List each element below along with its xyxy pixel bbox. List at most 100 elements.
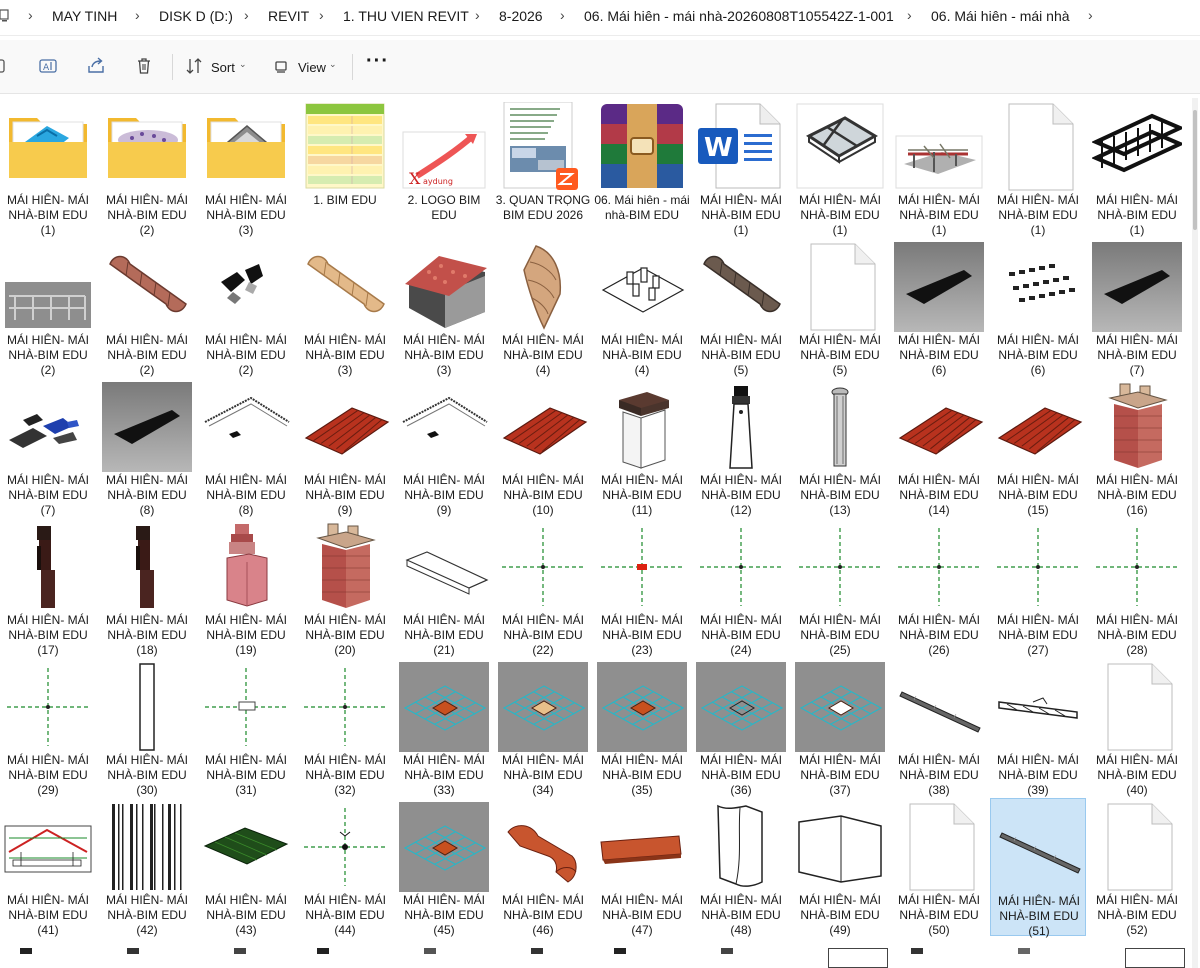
file-item[interactable]: 1. BIM EDU: [297, 98, 393, 236]
chevron-right-icon[interactable]: ›: [28, 7, 33, 23]
file-item[interactable]: MÁI HIÊN- MÁI NHÀ-BIM EDU (20): [297, 518, 393, 657]
this-pc-icon[interactable]: [0, 9, 10, 23]
file-item[interactable]: MÁI HIÊN- MÁI NHÀ-BIM EDU (33): [396, 658, 492, 797]
breadcrumb-item[interactable]: 06. Mái hiên - mái nhà: [931, 8, 1070, 24]
file-item-partial[interactable]: [20, 948, 32, 954]
file-item-partial[interactable]: [828, 948, 888, 968]
address-bar[interactable]: › MAY TINH › DISK D (D:) › REVIT › 1. THU VIEN …: [0, 0, 1200, 36]
chevron-right-icon[interactable]: ›: [135, 7, 140, 23]
file-item[interactable]: MÁI HIÊN- MÁI NHÀ-BIM EDU (6): [891, 238, 987, 377]
file-item[interactable]: MÁI HIÊN- MÁI NHÀ-BIM EDU (31): [198, 658, 294, 797]
file-item[interactable]: MÁI HIÊN- MÁI NHÀ-BIM EDU (1): [1089, 98, 1185, 237]
file-item-partial[interactable]: [1125, 948, 1185, 968]
file-item[interactable]: MÁI HIÊN- MÁI NHÀ-BIM EDU (10): [495, 378, 591, 517]
file-item[interactable]: MÁI HIÊN- MÁI NHÀ-BIM EDU (16): [1089, 378, 1185, 517]
file-item[interactable]: MÁI HIÊN- MÁI NHÀ-BIM EDU (1): [0, 98, 96, 237]
file-item[interactable]: MÁI HIÊN- MÁI NHÀ-BIM EDU (52): [1089, 798, 1185, 937]
breadcrumb-item[interactable]: DISK D (D:): [159, 8, 233, 24]
file-item[interactable]: MÁI HIÊN- MÁI NHÀ-BIM EDU (46): [495, 798, 591, 937]
file-item[interactable]: MÁI HIÊN- MÁI NHÀ-BIM EDU (15): [990, 378, 1086, 517]
file-item[interactable]: MÁI HIÊN- MÁI NHÀ-BIM EDU (41): [0, 798, 96, 937]
chevron-right-icon[interactable]: ›: [907, 7, 912, 23]
file-item[interactable]: MÁI HIÊN- MÁI NHÀ-BIM EDU (22): [495, 518, 591, 657]
file-item[interactable]: MÁI HIÊN- MÁI NHÀ-BIM EDU (9): [396, 378, 492, 517]
file-item[interactable]: MÁI HIÊN- MÁI NHÀ-BIM EDU (35): [594, 658, 690, 797]
file-item[interactable]: MÁI HIÊN- MÁI NHÀ-BIM EDU (21): [396, 518, 492, 657]
file-item[interactable]: MÁI HIÊN- MÁI NHÀ-BIM EDU (9): [297, 378, 393, 517]
file-item-partial[interactable]: [234, 948, 246, 954]
file-item[interactable]: MÁI HIÊN- MÁI NHÀ-BIM EDU (2): [198, 238, 294, 377]
chevron-right-icon[interactable]: ›: [244, 7, 249, 23]
breadcrumb-item[interactable]: 06. Mái hiên - mái nhà-20260808T105542Z-…: [584, 8, 894, 24]
breadcrumb-item[interactable]: 1. THU VIEN REVIT: [343, 8, 469, 24]
file-item[interactable]: MÁI HIÊN- MÁI NHÀ-BIM EDU (34): [495, 658, 591, 797]
file-item[interactable]: MÁI HIÊN- MÁI NHÀ-BIM EDU (18): [99, 518, 195, 657]
file-item-partial[interactable]: [911, 948, 923, 954]
file-item[interactable]: MÁI HIÊN- MÁI NHÀ-BIM EDU (42): [99, 798, 195, 937]
file-item[interactable]: MÁI HIÊN- MÁI NHÀ-BIM EDU (30): [99, 658, 195, 797]
file-item[interactable]: MÁI HIÊN- MÁI NHÀ-BIM EDU (5): [693, 238, 789, 377]
file-item[interactable]: MÁI HIÊN- MÁI NHÀ-BIM EDU (32): [297, 658, 393, 797]
scrollbar-thumb[interactable]: [1193, 110, 1197, 230]
file-item[interactable]: MÁI HIÊN- MÁI NHÀ-BIM EDU (43): [198, 798, 294, 937]
share-icon[interactable]: [86, 56, 106, 76]
rename-icon[interactable]: A: [38, 56, 58, 76]
file-item[interactable]: MÁI HIÊN- MÁI NHÀ-BIM EDU (29): [0, 658, 96, 797]
file-item-partial[interactable]: [531, 948, 543, 954]
chevron-right-icon[interactable]: ›: [319, 7, 324, 23]
file-item[interactable]: MÁI HIÊN- MÁI NHÀ-BIM EDU (24): [693, 518, 789, 657]
file-item[interactable]: MÁI HIÊN- MÁI NHÀ-BIM EDU (26): [891, 518, 987, 657]
file-item-partial[interactable]: [317, 948, 329, 954]
chevron-right-icon[interactable]: ›: [560, 7, 565, 23]
file-item[interactable]: 3. QUAN TRỌNG BIM EDU 2026: [495, 98, 591, 236]
file-item[interactable]: MÁI HIÊN- MÁI NHÀ-BIM EDU (2): [0, 238, 96, 377]
file-item[interactable]: MÁI HIÊN- MÁI NHÀ-BIM EDU (45): [396, 798, 492, 937]
file-item[interactable]: MÁI HIÊN- MÁI NHÀ-BIM EDU (2): [99, 98, 195, 237]
file-item[interactable]: MÁI HIÊN- MÁI NHÀ-BIM EDU (2): [99, 238, 195, 377]
file-item[interactable]: MÁI HIÊN- MÁI NHÀ-BIM EDU (1): [891, 98, 987, 237]
file-item[interactable]: MÁI HIÊN- MÁI NHÀ-BIM EDU (7): [1089, 238, 1185, 377]
file-item[interactable]: MÁI HIÊN- MÁI NHÀ-BIM EDU (39): [990, 658, 1086, 797]
breadcrumb-item[interactable]: REVIT: [268, 8, 309, 24]
file-item[interactable]: MÁI HIÊN- MÁI NHÀ-BIM EDU (25): [792, 518, 888, 657]
file-item[interactable]: MÁI HIÊN- MÁI NHÀ-BIM EDU (37): [792, 658, 888, 797]
file-item[interactable]: MÁI HIÊN- MÁI NHÀ-BIM EDU (14): [891, 378, 987, 517]
file-item[interactable]: MÁI HIÊN- MÁI NHÀ-BIM EDU (44): [297, 798, 393, 937]
file-item[interactable]: MÁI HIÊN- MÁI NHÀ-BIM EDU (3): [396, 238, 492, 377]
file-item[interactable]: MÁI HIÊN- MÁI NHÀ-BIM EDU (8): [99, 378, 195, 517]
file-item[interactable]: MÁI HIÊN- MÁI NHÀ-BIM EDU (8): [198, 378, 294, 517]
file-item[interactable]: MÁI HIÊN- MÁI NHÀ-BIM EDU (36): [693, 658, 789, 797]
file-item[interactable]: MÁI HIÊN- MÁI NHÀ-BIM EDU (19): [198, 518, 294, 657]
file-item[interactable]: MÁI HIÊN- MÁI NHÀ-BIM EDU (27): [990, 518, 1086, 657]
breadcrumb-item[interactable]: 8-2026: [499, 8, 543, 24]
file-item[interactable]: MÁI HIÊN- MÁI NHÀ-BIM EDU (7): [0, 378, 96, 517]
chevron-right-icon[interactable]: ›: [475, 7, 480, 23]
file-item[interactable]: MÁI HIÊN- MÁI NHÀ-BIM EDU (4): [495, 238, 591, 377]
file-item[interactable]: MÁI HIÊN- MÁI NHÀ-BIM EDU (17): [0, 518, 96, 657]
file-item[interactable]: W MÁI HIÊN- MÁI NHÀ-BIM EDU (1): [693, 98, 789, 237]
file-item[interactable]: MÁI HIÊN- MÁI NHÀ-BIM EDU (12): [693, 378, 789, 517]
file-item[interactable]: 06. Mái hiên - mái nhà-BIM EDU: [594, 98, 690, 236]
file-item[interactable]: MÁI HIÊN- MÁI NHÀ-BIM EDU (11): [594, 378, 690, 517]
file-item[interactable]: MÁI HIÊN- MÁI NHÀ-BIM EDU (48): [693, 798, 789, 937]
file-item[interactable]: MÁI HIÊN- MÁI NHÀ-BIM EDU (47): [594, 798, 690, 937]
breadcrumb-item[interactable]: MAY TINH: [52, 8, 117, 24]
file-item[interactable]: MÁI HIÊN- MÁI NHÀ-BIM EDU (40): [1089, 658, 1185, 797]
file-item[interactable]: MÁI HIÊN- MÁI NHÀ-BIM EDU (51): [990, 798, 1086, 938]
delete-icon[interactable]: [134, 56, 154, 76]
file-item-partial[interactable]: [127, 948, 139, 954]
chevron-right-icon[interactable]: ›: [1088, 7, 1093, 23]
file-item[interactable]: MÁI HIÊN- MÁI NHÀ-BIM EDU (3): [198, 98, 294, 237]
file-item[interactable]: MÁI HIÊN- MÁI NHÀ-BIM EDU (13): [792, 378, 888, 517]
file-item[interactable]: MÁI HIÊN- MÁI NHÀ-BIM EDU (38): [891, 658, 987, 797]
file-item[interactable]: MÁI HIÊN- MÁI NHÀ-BIM EDU (4): [594, 238, 690, 377]
file-item-partial[interactable]: [721, 948, 733, 954]
file-item[interactable]: MÁI HIÊN- MÁI NHÀ-BIM EDU (5): [792, 238, 888, 377]
file-item[interactable]: MÁI HIÊN- MÁI NHÀ-BIM EDU (28): [1089, 518, 1185, 657]
file-item-partial[interactable]: [614, 948, 626, 954]
file-item[interactable]: MÁI HIÊN- MÁI NHÀ-BIM EDU (23): [594, 518, 690, 657]
file-item[interactable]: MÁI HIÊN- MÁI NHÀ-BIM EDU (1): [792, 98, 888, 237]
file-item[interactable]: MÁI HIÊN- MÁI NHÀ-BIM EDU (49): [792, 798, 888, 937]
file-item[interactable]: MÁI HIÊN- MÁI NHÀ-BIM EDU (1): [990, 98, 1086, 237]
file-item[interactable]: MÁI HIÊN- MÁI NHÀ-BIM EDU (3): [297, 238, 393, 377]
